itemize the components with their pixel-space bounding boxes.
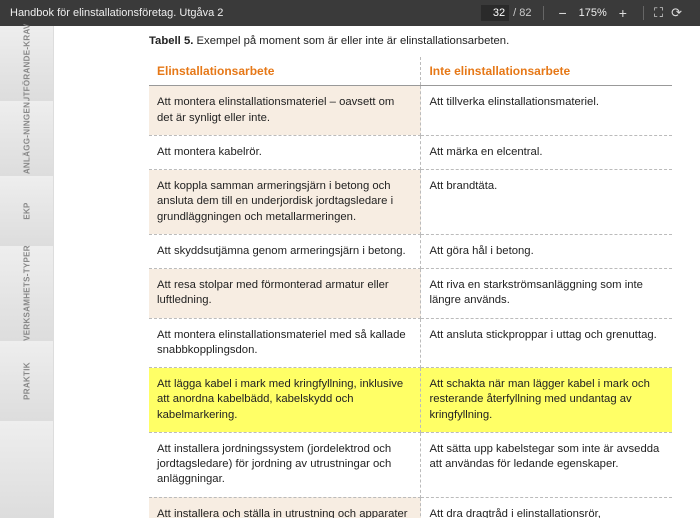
side-tab-praktik[interactable]: PRAKTIK bbox=[0, 341, 53, 421]
cell-right: Att tillverka elinstallationsmateriel. bbox=[421, 86, 672, 136]
column-header-left: Elinstallationsarbete bbox=[149, 57, 421, 86]
cell-left: Att montera kabelrör. bbox=[149, 135, 421, 169]
cell-right: Att märka en elcentral. bbox=[421, 135, 672, 169]
cell-right: Att dra dragtråd i elinstallationsrör, k… bbox=[421, 497, 672, 518]
side-tabs: UTFÖRANDE-KRAV ANLÄGG-NINGEN EKP VERKSAM… bbox=[0, 26, 54, 518]
table-row: Att installera och ställa in utrustning … bbox=[149, 497, 672, 518]
zoom-in-button[interactable]: + bbox=[615, 6, 631, 20]
cell-right: Att riva en starkströmsanläggning som in… bbox=[421, 269, 672, 319]
side-tab-anlaggningen[interactable]: ANLÄGG-NINGEN bbox=[0, 101, 53, 176]
cell-right: Att göra hål i betong. bbox=[421, 234, 672, 268]
table-caption: Tabell 5. Exempel på moment som är eller… bbox=[149, 34, 672, 49]
table-row: Att montera elinstallationsmateriel – oa… bbox=[149, 86, 672, 136]
table-row: Att koppla samman armeringsjärn i betong… bbox=[149, 170, 672, 235]
toolbar-divider bbox=[643, 6, 644, 20]
cell-left: Att installera jordningssystem (jordelek… bbox=[149, 432, 421, 497]
zoom-value: 175% bbox=[579, 7, 607, 19]
page-total: / 82 bbox=[513, 7, 531, 19]
zoom-control: − 175% + bbox=[554, 6, 631, 20]
cell-left: Att resa stolpar med förmonterad armatur… bbox=[149, 269, 421, 319]
page-input[interactable] bbox=[481, 5, 509, 21]
content-area: UTFÖRANDE-KRAV ANLÄGG-NINGEN EKP VERKSAM… bbox=[0, 26, 700, 518]
cell-left: Att montera elinstallationsmateriel – oa… bbox=[149, 86, 421, 136]
comparison-table: Elinstallationsarbete Inte elinstallatio… bbox=[149, 57, 672, 518]
table-row: Att installera jordningssystem (jordelek… bbox=[149, 432, 672, 497]
side-tab-ekp[interactable]: EKP bbox=[0, 176, 53, 246]
pdf-toolbar: Handbok för elinstallationsföretag. Utgå… bbox=[0, 0, 700, 26]
column-header-right: Inte elinstallationsarbete bbox=[421, 57, 672, 86]
side-tab-utforande[interactable]: UTFÖRANDE-KRAV bbox=[0, 26, 53, 101]
cell-left: Att installera och ställa in utrustning … bbox=[149, 497, 421, 518]
side-tab-verksamhetstyper[interactable]: VERKSAMHETS-TYPER bbox=[0, 246, 53, 341]
caption-bold: Tabell 5. bbox=[149, 35, 193, 47]
caption-text: Exempel på moment som är eller inte är e… bbox=[193, 35, 509, 47]
cell-left: Att montera elinstallationsmateriel med … bbox=[149, 318, 421, 368]
table-row: Att skyddsutjämna genom armeringsjärn i … bbox=[149, 234, 672, 268]
document-title: Handbok för elinstallationsföretag. Utgå… bbox=[10, 7, 481, 19]
cell-right: Att ansluta stickproppar i uttag och gre… bbox=[421, 318, 672, 368]
cell-left: Att koppla samman armeringsjärn i betong… bbox=[149, 170, 421, 235]
cell-left: Att skyddsutjämna genom armeringsjärn i … bbox=[149, 234, 421, 268]
cell-right: Att sätta upp kabelstegar som inte är av… bbox=[421, 432, 672, 497]
cell-right: Att brandtäta. bbox=[421, 170, 672, 235]
toolbar-divider bbox=[543, 6, 544, 20]
cell-right: Att schakta när man lägger kabel i mark … bbox=[421, 368, 672, 433]
side-tab-more[interactable] bbox=[0, 421, 53, 518]
rotate-icon[interactable]: ⟳ bbox=[671, 5, 682, 21]
cell-left: Att lägga kabel i mark med kringfyllning… bbox=[149, 368, 421, 433]
table-row: Att resa stolpar med förmonterad armatur… bbox=[149, 269, 672, 319]
table-row: Att lägga kabel i mark med kringfyllning… bbox=[149, 368, 672, 433]
zoom-out-button[interactable]: − bbox=[554, 6, 570, 20]
document-page: Tabell 5. Exempel på moment som är eller… bbox=[54, 26, 700, 518]
table-row: Att montera elinstallationsmateriel med … bbox=[149, 318, 672, 368]
presentation-icon[interactable]: ⛶ bbox=[654, 5, 663, 21]
table-row: Att montera kabelrör.Att märka en elcent… bbox=[149, 135, 672, 169]
page-control: / 82 bbox=[481, 5, 531, 21]
